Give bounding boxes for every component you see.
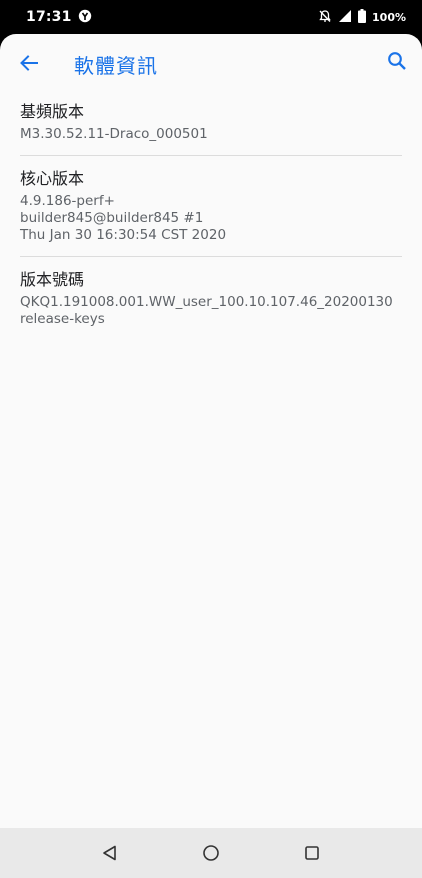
item-value: QKQ1.191008.001.WW_user_100.10.107.46_20… [20,294,393,310]
item-value: release-keys [20,311,105,327]
nav-home-button[interactable] [199,841,223,865]
battery-percent: 100% [372,10,406,24]
search-icon [388,52,406,70]
nav-recents-button[interactable] [300,841,324,865]
item-value: M3.30.52.11-Draco_000501 [20,126,208,142]
item-value: builder845@builder845 #1 [20,210,204,226]
item-value: Thu Jan 30 16:30:54 CST 2020 [20,227,227,243]
item-value: 4.9.186-perf+ [20,193,115,209]
status-bar: 17:31 100% [0,0,422,34]
status-time: 17:31 [26,9,72,25]
signal-icon [338,8,352,27]
item-title: 版本號碼 [20,270,85,289]
page-title: 軟體資訊 [74,54,158,78]
divider [20,256,402,257]
list-item-build-number[interactable]: 版本號碼 QKQ1.191008.001.WW_user_100.10.107.… [0,268,422,328]
status-left: 17:31 [26,8,92,27]
status-right: 100% [318,8,406,27]
list-item-baseband[interactable]: 基頻版本 M3.30.52.11-Draco_000501 [0,100,422,143]
battery-icon [358,8,367,27]
item-title: 核心版本 [20,169,85,188]
app-bar: 軟體資訊 [0,34,422,90]
search-button[interactable] [382,46,412,76]
divider [20,155,402,156]
notification-app-icon [78,8,92,27]
arrow-back-icon [20,55,38,71]
circle-home-icon [203,845,219,861]
back-button[interactable] [14,48,44,78]
info-list: 基頻版本 M3.30.52.11-Draco_000501 核心版本 4.9.1… [0,100,422,328]
navigation-bar [0,828,422,878]
square-recents-icon [305,846,319,860]
triangle-back-icon [103,845,116,861]
settings-screen: 軟體資訊 基頻版本 M3.30.52.11-Draco_000501 核心版本 … [0,34,422,828]
list-item-kernel[interactable]: 核心版本 4.9.186-perf+ builder845@builder845… [0,167,422,244]
item-title: 基頻版本 [20,102,85,121]
alarm-off-icon [318,8,332,27]
nav-back-button[interactable] [98,841,122,865]
